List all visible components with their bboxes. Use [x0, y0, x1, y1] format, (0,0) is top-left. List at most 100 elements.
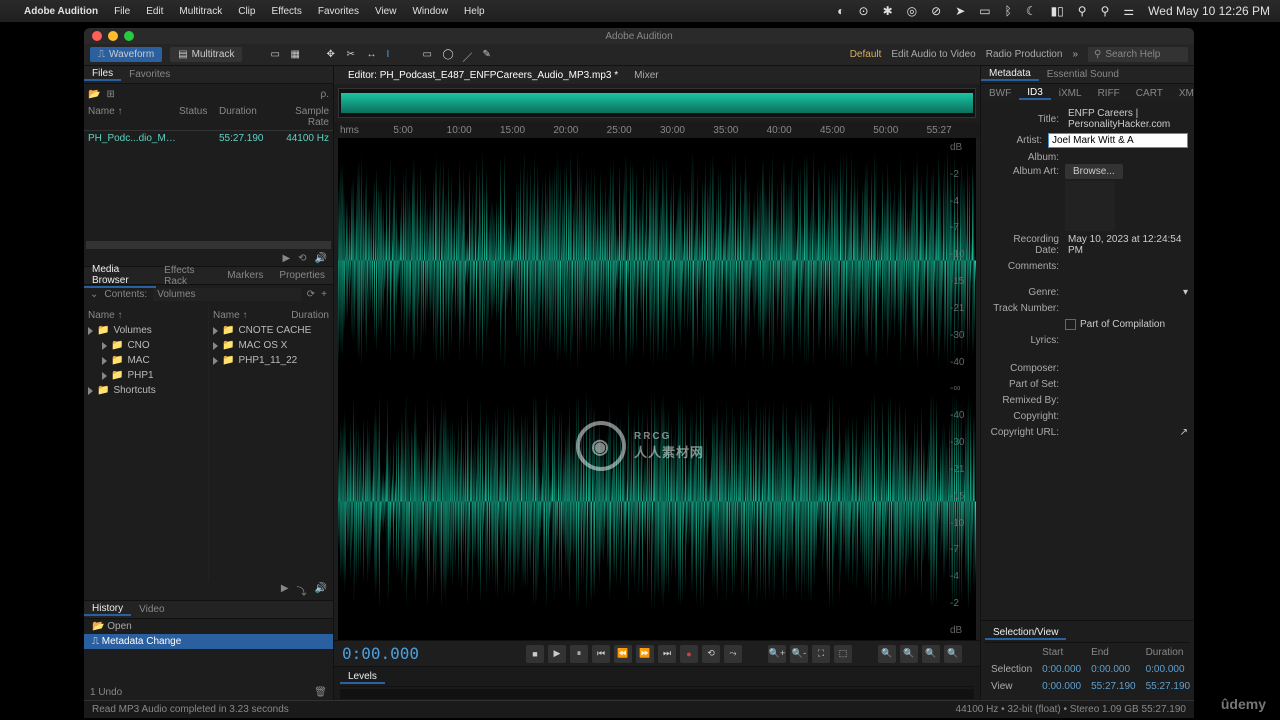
zoom-reset-icon[interactable]: 🔍: [922, 645, 940, 663]
compilation-checkbox[interactable]: [1065, 319, 1076, 330]
folder-row[interactable]: 📁MAC: [88, 353, 204, 368]
loop-button[interactable]: ⟲: [702, 645, 720, 663]
contents-dropdown[interactable]: Volumes: [153, 288, 301, 301]
folder-row[interactable]: 📁MAC OS X: [213, 338, 329, 353]
composer-field[interactable]: [1065, 367, 1188, 369]
prev-button[interactable]: ⏮: [592, 645, 610, 663]
zoom-reset2-icon[interactable]: 🔍: [944, 645, 962, 663]
status-icon[interactable]: ⊙: [859, 4, 869, 18]
folder-row[interactable]: 📁PHP1: [88, 368, 204, 383]
view-row[interactable]: View0:00.00055:27.19055:27.190: [987, 679, 1194, 694]
tab-selection-view[interactable]: Selection/View: [985, 627, 1066, 640]
menu-clip[interactable]: Clip: [238, 6, 255, 17]
partofset-field[interactable]: [1065, 383, 1188, 385]
tab-essential-sound[interactable]: Essential Sound: [1039, 69, 1127, 80]
heal-tool-icon[interactable]: ✎: [482, 49, 494, 61]
subtab-riff[interactable]: RIFF: [1090, 88, 1128, 99]
add-icon[interactable]: +: [321, 289, 327, 300]
menu-multitrack[interactable]: Multitrack: [179, 6, 222, 17]
dnd-icon[interactable]: ☾: [1026, 4, 1037, 18]
app-menu[interactable]: Adobe Audition: [24, 6, 98, 17]
remixed-field[interactable]: [1065, 399, 1188, 401]
tab-favorites[interactable]: Favorites: [121, 69, 178, 80]
tab-history[interactable]: History: [84, 603, 131, 616]
subtab-xmp[interactable]: XMP: [1171, 88, 1194, 99]
tab-levels[interactable]: Levels: [340, 671, 385, 684]
bluetooth-icon[interactable]: ᛒ: [1005, 4, 1012, 18]
history-item[interactable]: ⎍ Metadata Change: [84, 634, 333, 649]
subtab-bwf[interactable]: BWF: [981, 88, 1019, 99]
tab-video[interactable]: Video: [131, 604, 172, 615]
tab-effects-rack[interactable]: Effects Rack: [156, 265, 219, 287]
tab-mixer[interactable]: Mixer: [626, 70, 666, 81]
zoom-icon[interactable]: [124, 31, 134, 41]
play-icon[interactable]: ▶: [281, 583, 289, 598]
waveform-mode[interactable]: ⎍Waveform: [90, 47, 162, 62]
tab-markers[interactable]: Markers: [219, 270, 271, 281]
folder-row[interactable]: 📁CNO: [88, 338, 204, 353]
tab-files[interactable]: Files: [84, 68, 121, 81]
zoom-in-amp-icon[interactable]: 🔍: [878, 645, 896, 663]
menu-favorites[interactable]: Favorites: [318, 6, 359, 17]
menu-edit[interactable]: Edit: [146, 6, 163, 17]
tree-icon[interactable]: ⌄: [90, 289, 98, 300]
display-icon[interactable]: ▭: [979, 4, 990, 18]
brush-tool-icon[interactable]: ／: [462, 49, 474, 61]
chevron-down-icon[interactable]: ▾: [1183, 287, 1188, 298]
zoom-full-icon[interactable]: ⛶: [812, 645, 830, 663]
search-help[interactable]: ⚲Search Help: [1088, 47, 1188, 62]
time-tool-icon[interactable]: I: [386, 49, 398, 61]
lyrics-field[interactable]: [1065, 339, 1188, 341]
history-item[interactable]: 📂 Open: [84, 619, 333, 634]
lasso-tool-icon[interactable]: ◯: [442, 49, 454, 61]
menu-effects[interactable]: Effects: [271, 6, 301, 17]
subtab-ixml[interactable]: iXML: [1051, 88, 1090, 99]
track-field[interactable]: [1065, 307, 1188, 309]
autoplay-icon[interactable]: 🔊: [315, 253, 327, 264]
tab-properties[interactable]: Properties: [271, 270, 333, 281]
control-center-icon[interactable]: ⚌: [1123, 4, 1134, 18]
artist-field[interactable]: [1048, 133, 1188, 148]
selection-row[interactable]: Selection0:00.0000:00.0000:00.000: [987, 662, 1194, 677]
insert-icon[interactable]: ⤵: [297, 583, 307, 598]
trash-icon[interactable]: 🗑: [314, 687, 327, 698]
tab-media-browser[interactable]: Media Browser: [84, 264, 156, 288]
zoom-sel-icon[interactable]: ⬚: [834, 645, 852, 663]
workspace-radio[interactable]: Radio Production: [986, 49, 1063, 60]
album-field[interactable]: [1065, 156, 1188, 158]
skip-button[interactable]: ⤳: [724, 645, 742, 663]
copyurl-field[interactable]: [1065, 431, 1180, 433]
file-row[interactable]: PH_Podc...dio_MP3.mp3 *55:27.19044100 Hz: [84, 131, 333, 146]
overview[interactable]: [338, 88, 976, 118]
speaker-icon[interactable]: 🔊: [315, 583, 327, 598]
loop-icon[interactable]: ⟲: [298, 253, 306, 264]
recdate-field[interactable]: May 10, 2023 at 12:24:54 PM: [1065, 233, 1188, 257]
menu-window[interactable]: Window: [412, 6, 448, 17]
wifi-icon[interactable]: ⚲: [1078, 4, 1087, 18]
move-tool-icon[interactable]: ✥: [326, 49, 338, 61]
zoom-in-icon[interactable]: 🔍+: [768, 645, 786, 663]
status-icon[interactable]: ◐: [837, 4, 844, 18]
folder-row[interactable]: 📁CNOTE CACHE: [213, 323, 329, 338]
battery-icon[interactable]: ▮▯: [1051, 4, 1064, 18]
tab-metadata[interactable]: Metadata: [981, 68, 1039, 81]
open-file-icon[interactable]: 📂: [88, 89, 100, 100]
razor-tool-icon[interactable]: ✂: [346, 49, 358, 61]
play-icon[interactable]: ▶: [282, 253, 290, 264]
status-icon[interactable]: ◎: [907, 4, 917, 18]
workspace-default[interactable]: Default: [850, 49, 882, 60]
time-ruler[interactable]: hms5:0010:0015:0020:0025:0030:0035:0040:…: [334, 122, 980, 138]
zoom-out-amp-icon[interactable]: 🔍: [900, 645, 918, 663]
zoom-out-icon[interactable]: 🔍-: [790, 645, 808, 663]
subtab-cart[interactable]: CART: [1128, 88, 1171, 99]
menu-view[interactable]: View: [375, 6, 397, 17]
rewind-button[interactable]: ⏪: [614, 645, 632, 663]
marquee-tool-icon[interactable]: ▭: [422, 49, 434, 61]
workspace-editvideo[interactable]: Edit Audio to Video: [891, 49, 975, 60]
search-icon[interactable]: ⚲: [1101, 4, 1110, 18]
stop-button[interactable]: ■: [526, 645, 544, 663]
tool-icon[interactable]: ▦: [290, 49, 302, 61]
copyright-field[interactable]: [1065, 415, 1188, 417]
minimize-icon[interactable]: [108, 31, 118, 41]
waveform-view[interactable]: ⬚ ◷ +0.0 dB ↗: [338, 138, 976, 640]
